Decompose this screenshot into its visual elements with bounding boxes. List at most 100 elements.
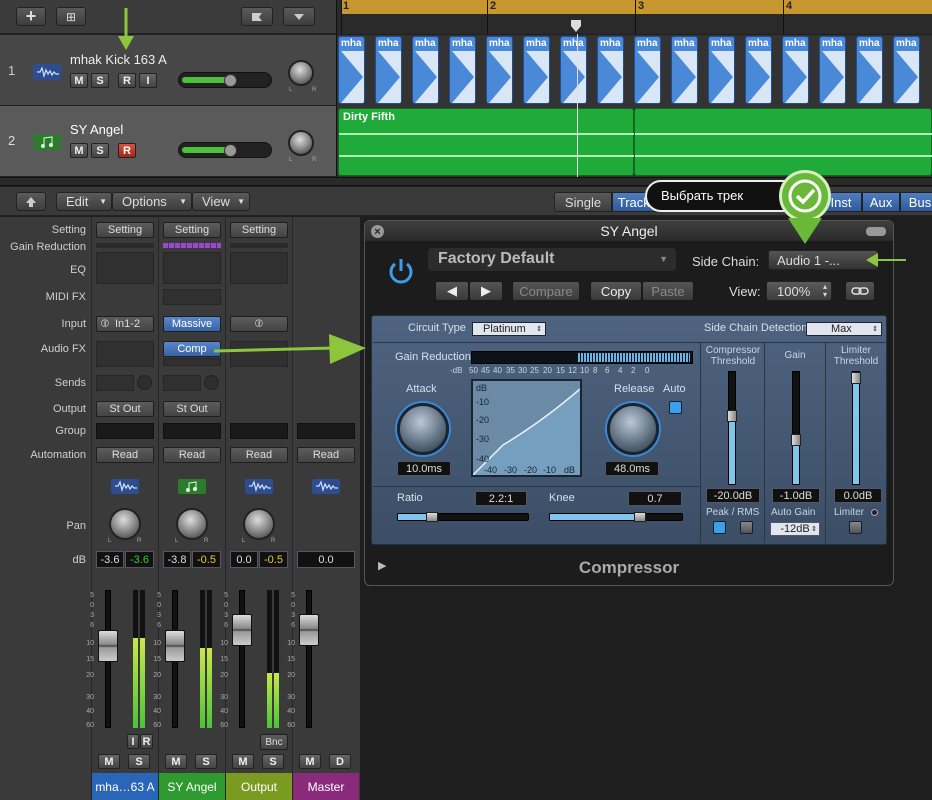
channel-input-monitor-button[interactable]: I [127, 734, 139, 749]
knee-value[interactable]: 0.7 [628, 491, 682, 506]
channel-eq-slot[interactable] [230, 252, 288, 284]
channel-audio-fx-slot[interactable] [96, 341, 154, 367]
track-name-1[interactable]: mhak Kick 163 A [70, 52, 167, 67]
gain-value[interactable]: -1.0dB [772, 488, 820, 503]
channel-bounce-button[interactable]: Bnc [260, 734, 288, 750]
channel-midi-fx-slot[interactable] [163, 289, 221, 305]
track-name-2[interactable]: SY Angel [70, 122, 123, 137]
track-volume-slider-1[interactable] [178, 72, 272, 88]
kick-region[interactable]: mha [486, 36, 513, 104]
track-volume-slider-2[interactable] [178, 142, 272, 158]
edit-menu[interactable]: Edit ▼ [56, 192, 112, 211]
channel-mute-button[interactable]: M [165, 754, 187, 769]
playhead-handle[interactable] [571, 20, 581, 32]
channel-automation-button[interactable]: Read [96, 447, 154, 463]
gain-thumb[interactable] [791, 434, 801, 446]
tab-bus[interactable]: Bus [900, 192, 932, 212]
track-solo-1[interactable]: S [91, 73, 109, 88]
kick-region[interactable]: mha [819, 36, 846, 104]
channel-send-slot[interactable] [96, 375, 134, 391]
collapse-button[interactable] [283, 7, 315, 26]
attack-knob[interactable] [397, 403, 449, 455]
channel-eq-slot[interactable] [96, 252, 154, 284]
ratio-value[interactable]: 2.2:1 [475, 491, 527, 506]
ruler[interactable]: 1 2 3 4 [336, 0, 932, 34]
track-solo-2[interactable]: S [91, 143, 109, 158]
track-mute-1[interactable]: M [70, 73, 88, 88]
channel-pan-knob[interactable] [243, 508, 275, 540]
synth-region-1[interactable]: Dirty Fifth [338, 108, 635, 176]
track-record-1[interactable]: R [118, 73, 136, 88]
channel-fader-cap[interactable] [165, 630, 185, 662]
tab-single[interactable]: Single [554, 192, 612, 212]
channel-setting-button[interactable]: Setting [230, 222, 288, 238]
channel-group-slot[interactable] [230, 423, 288, 439]
circuit-type-menu[interactable]: Platinum ⇕ [472, 322, 546, 336]
channel-setting-button[interactable]: Setting [163, 222, 221, 238]
kick-region[interactable]: mha [671, 36, 698, 104]
send-knob[interactable] [137, 375, 152, 390]
channel-name[interactable]: Output [226, 773, 292, 800]
comp-threshold-value[interactable]: -20.0dB [706, 488, 760, 503]
channel-pan-knob[interactable] [176, 508, 208, 540]
channel-automation-button[interactable]: Read [163, 447, 221, 463]
prev-preset-button[interactable]: ◀ [435, 281, 469, 301]
comp-threshold-thumb[interactable] [727, 410, 737, 422]
channel-automation-button[interactable]: Read [297, 447, 355, 463]
channel-fader-cap[interactable] [299, 614, 319, 646]
channel-volume-readout[interactable]: 0.0 [297, 551, 355, 568]
channel-audio-fx-comp[interactable]: Comp [163, 341, 221, 357]
side-chain-menu[interactable]: Audio 1 -... [768, 250, 878, 270]
kick-region[interactable]: mha [856, 36, 883, 104]
channel-mute-button[interactable]: M [299, 754, 321, 769]
channel-dim-button[interactable]: D [329, 754, 351, 769]
kick-region[interactable]: mha [338, 36, 365, 104]
power-button[interactable] [384, 254, 418, 288]
track-pan-knob-1[interactable] [288, 60, 314, 86]
auto-release-toggle[interactable] [669, 401, 682, 414]
limiter-threshold-value[interactable]: 0.0dB [834, 488, 882, 503]
peak-toggle[interactable] [713, 521, 726, 534]
channel-solo-button[interactable]: S [128, 754, 150, 769]
channel-record-button[interactable]: R [140, 734, 153, 749]
window-zoom-button[interactable] [866, 227, 886, 236]
release-value[interactable]: 48.0ms [605, 461, 659, 476]
kick-region[interactable]: mha [523, 36, 550, 104]
sc-detection-menu[interactable]: Max ⇕ [806, 322, 882, 336]
channel-volume-readout[interactable]: -3.8 [163, 551, 191, 568]
channel-fader-cap[interactable] [98, 630, 118, 662]
rms-toggle[interactable] [740, 521, 753, 534]
release-knob[interactable] [607, 403, 659, 455]
next-preset-button[interactable]: ▶ [469, 281, 503, 301]
ratio-slider[interactable] [397, 512, 529, 522]
track-mute-2[interactable]: M [70, 143, 88, 158]
attack-value[interactable]: 10.0ms [397, 461, 451, 476]
send-knob[interactable] [204, 375, 219, 390]
channel-group-slot[interactable] [297, 423, 355, 439]
channel-name[interactable]: SY Angel [159, 773, 225, 800]
kick-region[interactable]: mha [893, 36, 920, 104]
channel-volume-readout[interactable]: 0.0 [230, 551, 258, 568]
tab-aux[interactable]: Aux [862, 192, 900, 212]
knee-slider[interactable] [549, 512, 683, 522]
channel-mute-button[interactable]: M [232, 754, 254, 769]
channel-solo-button[interactable]: S [195, 754, 217, 769]
limiter-toggle[interactable] [849, 521, 862, 534]
limiter-threshold-slider[interactable] [851, 371, 861, 485]
channel-peak-readout[interactable]: -0.5 [192, 551, 221, 568]
comp-threshold-slider[interactable] [727, 371, 737, 485]
channel-solo-button[interactable]: S [262, 754, 284, 769]
channel-setting-button[interactable]: Setting [96, 222, 154, 238]
channel-output-button[interactable]: St Out [163, 401, 221, 417]
kick-region[interactable]: mha [782, 36, 809, 104]
channel-name[interactable]: Master [293, 773, 359, 800]
channel-automation-button[interactable]: Read [230, 447, 288, 463]
add-folder-button[interactable]: ⊞ [56, 7, 86, 26]
channel-pan-knob[interactable] [109, 508, 141, 540]
view-zoom-menu[interactable]: 100% ▴ ▾ [766, 281, 832, 301]
channel-output-button[interactable]: St Out [96, 401, 154, 417]
channel-volume-readout[interactable]: -3.6 [96, 551, 124, 568]
channel-send-slot[interactable] [163, 375, 201, 391]
link-button[interactable] [845, 281, 875, 301]
kick-region[interactable]: mha [708, 36, 735, 104]
